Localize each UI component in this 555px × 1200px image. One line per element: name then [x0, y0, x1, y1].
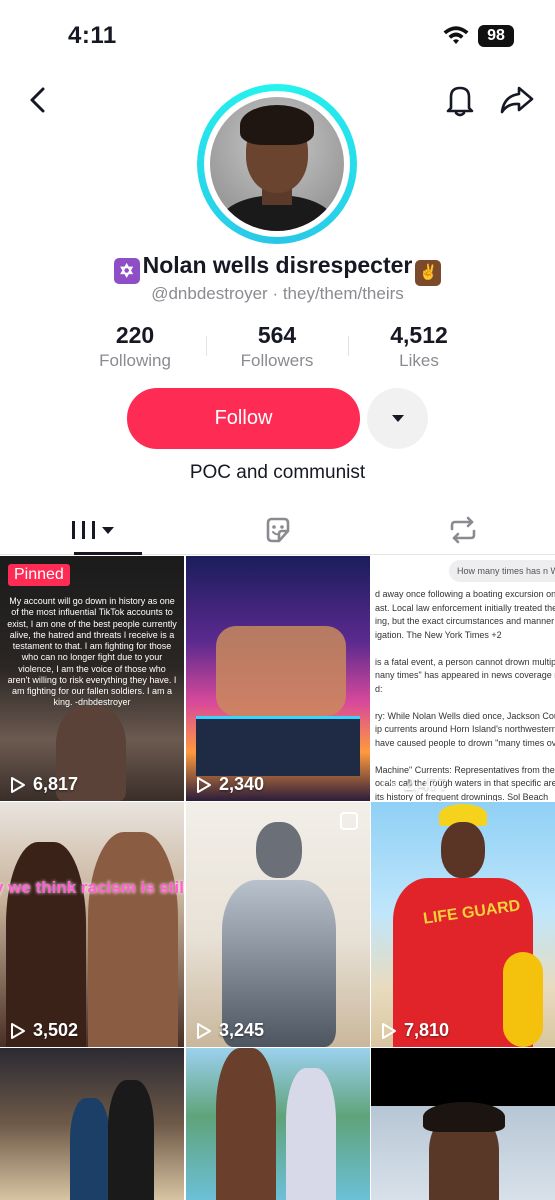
play-icon: [382, 1022, 396, 1039]
active-tab-underline: [74, 552, 142, 555]
repost-icon: [450, 516, 475, 544]
sticker-icon: [266, 517, 289, 543]
dj-deck-image: [196, 716, 360, 776]
view-count: 3,245: [195, 1020, 264, 1041]
view-count-text: 6,817: [33, 774, 79, 794]
display-name-text: Nolan wells disrespecter: [142, 252, 413, 278]
video-thumbnail-portrait[interactable]: [371, 1048, 555, 1200]
video-thumbnail-ballroom[interactable]: [0, 1048, 184, 1200]
lifeguard-head-image: [441, 822, 485, 878]
view-count-text: 2,340: [219, 774, 265, 794]
profile-tabs: [0, 505, 555, 555]
handle-line: @dnbdestroyer · they/them/theirs: [0, 284, 555, 304]
username: @dnbdestroyer: [151, 284, 268, 303]
video-thumbnail-robot[interactable]: 3,245: [186, 802, 370, 1047]
video-thumbnail-dj-party[interactable]: 2,340: [186, 556, 370, 801]
woman-image: [286, 1068, 336, 1200]
view-count: 7,810: [380, 1020, 449, 1041]
tab-favorites[interactable]: [185, 505, 370, 555]
pinned-caption: My account will go down in history as on…: [7, 596, 177, 708]
stat-followers[interactable]: 564 Followers: [207, 322, 347, 371]
video-thumbnail-lifeguard[interactable]: LIFE GUARD 7,810: [371, 802, 555, 1047]
view-count-text: 7,810: [404, 1020, 450, 1040]
dancer-left-image: [70, 1098, 110, 1200]
search-query-pill: How many times has n W: [449, 560, 555, 582]
bell-icon[interactable]: [440, 80, 480, 120]
followers-label: Followers: [240, 351, 314, 370]
bio: POC and communist: [189, 462, 366, 483]
tab-reposts[interactable]: [370, 505, 555, 555]
robot-head-image: [256, 822, 302, 878]
video-thumbnail-news-screenshot[interactable]: How many times has n W d away once follo…: [371, 556, 555, 801]
news-text-block: d away once following a boating excursio…: [375, 589, 555, 801]
share-icon[interactable]: [497, 80, 537, 120]
video-overlay-text: y we think racism is still a: [0, 878, 184, 897]
dancer-right-image: [108, 1080, 154, 1200]
play-icon: [382, 776, 396, 793]
pinned-badge: Pinned: [8, 564, 70, 586]
view-count: 3,502: [9, 1020, 78, 1041]
followers-count: 564: [257, 322, 297, 348]
display-name: ✡ Nolan wells disrespecter ✌: [0, 252, 555, 286]
play-icon: [197, 776, 211, 793]
view-count-text: 3,245: [219, 1020, 265, 1040]
view-count-text: 2,477: [404, 774, 450, 794]
back-icon[interactable]: [18, 80, 58, 120]
victory-hand-emoji: ✌: [415, 260, 442, 286]
play-icon: [197, 1022, 211, 1039]
avatar[interactable]: [210, 97, 344, 231]
wifi-icon: [443, 26, 469, 44]
rescue-buoy-image: [503, 952, 543, 1047]
video-thumbnail-pool[interactable]: [186, 1048, 370, 1200]
select-checkbox[interactable]: [340, 812, 358, 830]
star-of-david-emoji: ✡: [113, 258, 140, 284]
stat-following[interactable]: 220 Following: [65, 322, 205, 371]
battery-indicator: 98: [478, 25, 514, 47]
man-image: [216, 1048, 276, 1200]
avatar-ring[interactable]: [197, 84, 357, 244]
video-thumbnail-pinned[interactable]: Pinned My account will go down in histor…: [0, 556, 184, 801]
video-grid: Pinned My account will go down in histor…: [0, 556, 555, 1200]
follow-button[interactable]: Follow: [127, 388, 360, 449]
view-count-text: 3,502: [33, 1020, 79, 1040]
likes-label: Likes: [399, 351, 439, 370]
status-time: 4:11: [68, 22, 117, 49]
following-label: Following: [99, 351, 171, 370]
stat-likes[interactable]: 4,512 Likes: [349, 322, 489, 371]
view-count: 2,477: [380, 774, 449, 795]
video-thumbnail-two-women[interactable]: y we think racism is still a 3,502: [0, 802, 184, 1047]
likes-count: 4,512: [390, 322, 448, 348]
person-right-image: [88, 832, 178, 1047]
status-bar: 4:11 98: [0, 0, 555, 72]
profile-stats: 220 Following 564 Followers 4,512 Likes: [0, 322, 555, 374]
view-count: 6,817: [9, 774, 78, 795]
grid-icon: [71, 521, 114, 539]
play-icon: [11, 1022, 25, 1039]
party-people-image: [216, 626, 346, 716]
person-left-image: [6, 842, 86, 1047]
play-icon: [11, 776, 25, 793]
following-count: 220: [115, 322, 155, 348]
view-count: 2,340: [195, 774, 264, 795]
caret-down-icon: [391, 414, 404, 422]
pronouns: they/them/theirs: [282, 284, 404, 303]
separator: ·: [267, 284, 283, 303]
portrait-hair-image: [423, 1102, 505, 1132]
suggested-accounts-button[interactable]: [367, 388, 428, 449]
tab-videos[interactable]: [0, 505, 185, 555]
